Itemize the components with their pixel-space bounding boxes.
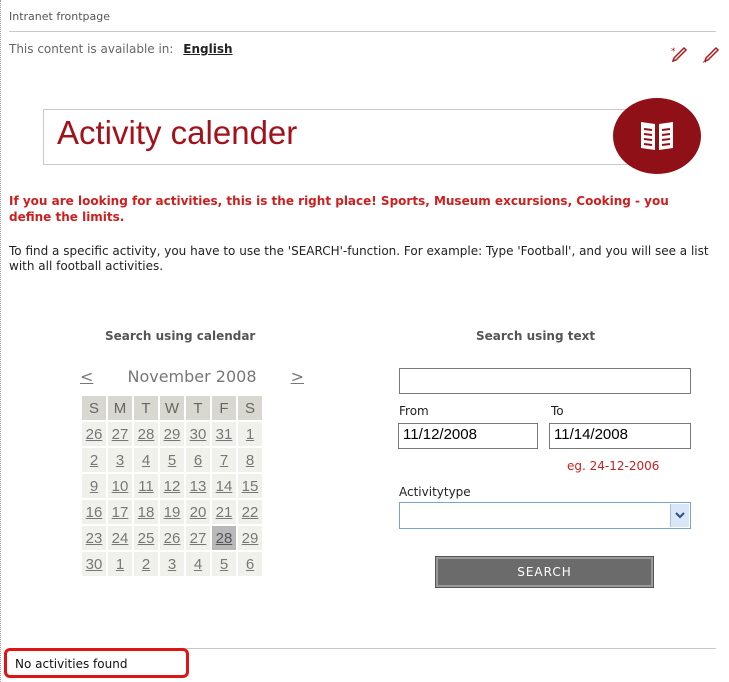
calendar-day[interactable]: 1	[108, 552, 132, 576]
calendar-day[interactable]: 26	[82, 422, 106, 446]
calendar-day[interactable]: 6	[238, 552, 262, 576]
language-link[interactable]: English	[183, 42, 232, 56]
calendar-day[interactable]: 28	[134, 422, 158, 446]
search-text-input[interactable]	[399, 368, 691, 394]
calendar-day[interactable]: 26	[160, 526, 184, 550]
text-search-heading: Search using text	[476, 329, 596, 343]
calendar-day[interactable]: 18	[134, 500, 158, 524]
calendar-heading: Search using calendar	[105, 329, 256, 343]
calendar-day[interactable]: 23	[82, 526, 106, 550]
calendar-day[interactable]: 30	[186, 422, 210, 446]
to-label: To	[551, 404, 564, 418]
calendar-day[interactable]: 21	[212, 500, 236, 524]
calendar-day[interactable]: 27	[186, 526, 210, 550]
calendar-week: 23 24 25 26 27 28 29	[82, 526, 262, 550]
weekday-label: W	[160, 396, 184, 420]
book-icon	[613, 98, 701, 174]
calendar-day[interactable]: 15	[238, 474, 262, 498]
calendar-day[interactable]: 2	[82, 448, 106, 472]
date-format-hint: eg. 24-12-2006	[567, 459, 660, 473]
breadcrumb: Intranet frontpage	[9, 10, 110, 23]
new-item-icon[interactable]: *	[671, 46, 689, 64]
left-border	[0, 0, 1, 682]
calendar-week: 26 27 28 29 30 31 1	[82, 422, 262, 446]
calendar-day[interactable]: 6	[186, 448, 210, 472]
calendar-day[interactable]: 14	[212, 474, 236, 498]
from-label: From	[399, 404, 429, 418]
search-button[interactable]: SEARCH	[435, 556, 654, 588]
calendar-day[interactable]: 29	[160, 422, 184, 446]
weekday-label: M	[108, 396, 132, 420]
weekday-label: S	[238, 396, 262, 420]
calendar-day[interactable]: 19	[160, 500, 184, 524]
edit-pencil-icon[interactable]	[703, 46, 721, 64]
intro-highlight: If you are looking for activities, this …	[9, 194, 669, 224]
calendar-day[interactable]: 3	[160, 552, 184, 576]
svg-text:*: *	[671, 47, 676, 57]
chevron-down-icon[interactable]	[670, 504, 689, 527]
from-date-input[interactable]: 11/12/2008	[398, 423, 538, 449]
calendar-day[interactable]: 22	[238, 500, 262, 524]
calendar-day[interactable]: 5	[160, 448, 184, 472]
calendar-day[interactable]: 4	[186, 552, 210, 576]
weekday-label: T	[186, 396, 210, 420]
calendar-week: 9 10 11 12 13 14 15	[82, 474, 262, 498]
calendar-day[interactable]: 17	[108, 500, 132, 524]
calendar-grid: S M T W T F S 26 27 28 29 30 31 1 2 3 4 …	[80, 394, 264, 578]
header-divider	[9, 31, 716, 32]
title-box: Activity calender	[43, 109, 680, 165]
calendar-day[interactable]: 8	[238, 448, 262, 472]
calendar-day[interactable]: 24	[108, 526, 132, 550]
language-prefix: This content is available in:	[9, 42, 174, 56]
calendar-day[interactable]: 2	[134, 552, 158, 576]
calendar-day[interactable]: 4	[134, 448, 158, 472]
calendar-month: November 2008	[127, 367, 257, 386]
intro-text: To find a specific activity, you have to…	[9, 244, 709, 273]
calendar-day[interactable]: 1	[238, 422, 262, 446]
calendar-day[interactable]: 16	[82, 500, 106, 524]
calendar-week: 2 3 4 5 6 7 8	[82, 448, 262, 472]
calendar-day[interactable]: 30	[82, 552, 106, 576]
calendar-day[interactable]: 5	[212, 552, 236, 576]
weekday-label: T	[134, 396, 158, 420]
weekday-row: S M T W T F S	[82, 396, 262, 420]
next-month-link[interactable]: >	[291, 367, 304, 386]
calendar-day[interactable]: 29	[238, 526, 262, 550]
calendar-day[interactable]: 31	[212, 422, 236, 446]
calendar-nav: < November 2008 >	[80, 367, 304, 386]
language-row: This content is available in: English	[9, 42, 233, 56]
calendar-day-selected[interactable]: 28	[212, 526, 236, 550]
weekday-label: S	[82, 396, 106, 420]
calendar-day[interactable]: 12	[160, 474, 184, 498]
calendar-week: 16 17 18 19 20 21 22	[82, 500, 262, 524]
calendar-day[interactable]: 7	[212, 448, 236, 472]
calendar-week: 30 1 2 3 4 5 6	[82, 552, 262, 576]
to-date-input[interactable]: 11/14/2008	[549, 423, 691, 449]
activitytype-select[interactable]	[399, 502, 691, 529]
calendar-day[interactable]: 25	[134, 526, 158, 550]
weekday-label: F	[212, 396, 236, 420]
activitytype-label: Activitytype	[399, 485, 471, 499]
page-title: Activity calender	[57, 114, 298, 151]
calendar-day[interactable]: 27	[108, 422, 132, 446]
calendar-day[interactable]: 20	[186, 500, 210, 524]
calendar-day[interactable]: 10	[108, 474, 132, 498]
edit-toolbar: *	[671, 46, 721, 64]
prev-month-link[interactable]: <	[80, 367, 93, 386]
calendar-day[interactable]: 13	[186, 474, 210, 498]
calendar-day[interactable]: 9	[82, 474, 106, 498]
calendar-day[interactable]: 3	[108, 448, 132, 472]
calendar-day[interactable]: 11	[134, 474, 158, 498]
results-message: No activities found	[4, 648, 189, 678]
